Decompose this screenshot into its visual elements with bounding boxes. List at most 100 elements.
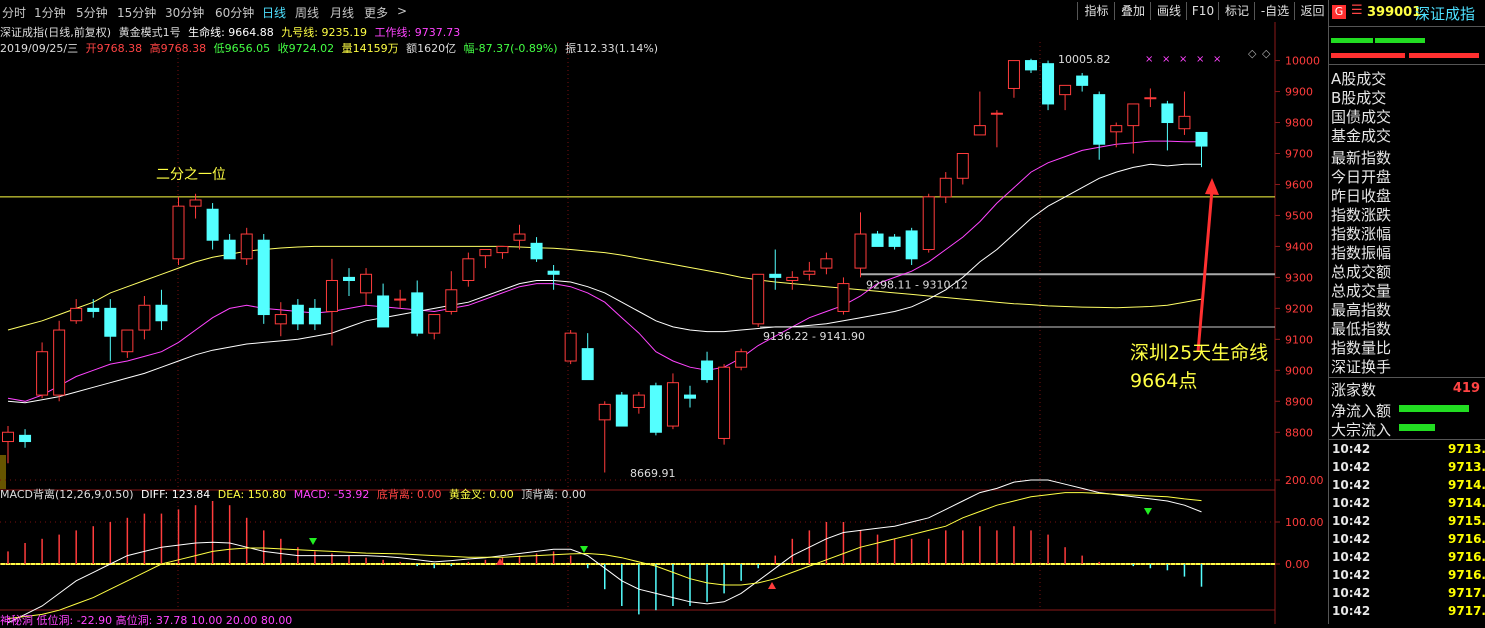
block-inflow-bar <box>1399 424 1435 431</box>
top-div-value: 顶背离: 0.00 <box>521 488 586 501</box>
tick-price: 9716. <box>1448 568 1485 582</box>
half-label: 二分之一位 <box>156 167 226 183</box>
candle-body <box>632 394 645 408</box>
kline-chart[interactable]: 8800 8900 9000 9100 9200 9300 9400 9500 9600 9700… <box>0 22 1328 624</box>
tab-7[interactable]: 周线 <box>295 4 319 21</box>
y-tick-label: 10000 <box>1285 55 1320 68</box>
pink-marker: × <box>1179 54 1187 65</box>
y-tick-label: 9400 <box>1285 240 1313 253</box>
tool-button-0[interactable]: 指标 <box>1077 2 1115 20</box>
quote-label-3: 基金成交 <box>1331 127 1392 145</box>
candle-body <box>922 196 935 251</box>
tool-button-2[interactable]: 画线 <box>1150 2 1187 20</box>
quote-label-6: 昨日收盘 <box>1331 187 1392 205</box>
tool-button-1[interactable]: 叠加 <box>1114 2 1151 20</box>
candle-body <box>377 295 390 328</box>
quote-label-14: 指数量比 <box>1331 339 1392 357</box>
tab-1[interactable]: 1分钟 <box>34 4 66 21</box>
tick-price: 9717. <box>1448 604 1485 618</box>
stock-code: 399001 <box>1367 5 1422 20</box>
candle-body <box>394 298 407 301</box>
candle-body <box>803 270 816 275</box>
tab-3[interactable]: 15分钟 <box>117 4 156 21</box>
y-tick-label: 9300 <box>1285 271 1313 284</box>
low-price-label: 8669.91 <box>630 467 676 480</box>
y-tick-label: 9800 <box>1285 117 1313 130</box>
tab-2[interactable]: 5分钟 <box>76 4 108 21</box>
candle-body <box>360 273 373 294</box>
quote-label-11: 总成交量 <box>1331 282 1392 300</box>
lifeline-annotation-value: 9664点 <box>1130 370 1198 392</box>
candle-body <box>1195 131 1208 147</box>
tab-8[interactable]: 月线 <box>330 4 354 21</box>
candle-body <box>718 366 731 439</box>
candle-body <box>257 239 270 316</box>
tab-9[interactable]: 更多 <box>364 4 388 21</box>
g-icon[interactable]: G <box>1332 5 1346 19</box>
red-bar-2 <box>1409 53 1479 58</box>
tick-time: 10:42 <box>1332 532 1371 546</box>
quote-label-7: 指数涨跌 <box>1331 206 1392 224</box>
mystery-hole-line: 神秘洞 低位洞: -22.90 高位洞: 37.78 10.00 20.00 8… <box>0 614 293 627</box>
tab-6[interactable]: 日线 <box>262 4 286 21</box>
tick-price: 9713. <box>1448 442 1485 456</box>
tick-time: 10:42 <box>1332 604 1371 618</box>
candle-body <box>1127 103 1140 127</box>
candle-body <box>701 360 714 381</box>
candle-body <box>138 304 151 331</box>
candle-body <box>837 283 850 312</box>
macd-name: MACD背离(12,26,9,0.50) <box>0 488 134 501</box>
y-tick-label: 8800 <box>1285 426 1313 439</box>
tick-time: 10:42 <box>1332 478 1371 492</box>
up-count-label: 涨家数 <box>1331 381 1377 399</box>
quote-panel: G ☰ 399001 深证成指 A股成交 B股成交 国债成交 基金成交 最新指数 今日开盘… <box>1328 0 1485 624</box>
tool-button-4[interactable]: 标记 <box>1218 2 1255 20</box>
candle-body <box>1007 60 1020 89</box>
green-arrow-icon <box>309 538 317 545</box>
dea-value: DEA: 150.80 <box>217 488 287 501</box>
tool-button-3[interactable]: F10 <box>1186 2 1219 20</box>
candle-body <box>1059 84 1072 96</box>
tick-price: 9713. <box>1448 460 1485 474</box>
high-price-label: 10005.82 <box>1058 53 1111 66</box>
candle-body <box>411 292 424 334</box>
dea-line <box>7 492 1202 620</box>
range-label-upper: 9298.11 - 9310.12 <box>866 278 968 291</box>
quote-label-1: B股成交 <box>1331 89 1387 107</box>
tab-0[interactable]: 分时 <box>2 4 26 21</box>
tool-button-5[interactable]: -自选 <box>1254 2 1295 20</box>
macd-tick-label: 100.00 <box>1285 516 1324 529</box>
candle-body <box>666 382 679 427</box>
more-arrow-icon[interactable]: > <box>397 4 407 18</box>
candle-body <box>871 233 884 247</box>
tick-time: 10:42 <box>1332 550 1371 564</box>
y-tick-label: 9000 <box>1285 364 1313 377</box>
candle-body <box>308 307 321 325</box>
candle-body <box>1110 125 1123 133</box>
green-arrow-icon <box>580 546 588 553</box>
tab-5[interactable]: 60分钟 <box>215 4 254 21</box>
diamond-icon: ◇ <box>1262 47 1271 60</box>
candle-body <box>513 233 526 241</box>
tool-button-6[interactable]: 返回 <box>1294 2 1330 20</box>
quote-label-8: 指数涨幅 <box>1331 225 1392 243</box>
candle-body <box>19 434 32 443</box>
candle-body <box>291 304 304 325</box>
tab-4[interactable]: 30分钟 <box>165 4 204 21</box>
menu-icon[interactable]: ☰ <box>1351 3 1363 18</box>
tick-time: 10:42 <box>1332 442 1371 456</box>
candle-body <box>1025 60 1037 71</box>
net-inflow-label: 净流入额 <box>1331 402 1392 420</box>
candle-body <box>547 270 560 275</box>
tick-price: 9716. <box>1448 550 1485 564</box>
tick-price: 9717. <box>1448 586 1485 600</box>
red-arrow-icon <box>768 582 776 589</box>
y-tick-label: 9600 <box>1285 178 1313 191</box>
block-inflow-label: 大宗流入 <box>1331 421 1392 439</box>
net-inflow-bar <box>1399 405 1469 412</box>
candle-body <box>274 314 287 325</box>
tick-time: 10:42 <box>1332 568 1371 582</box>
red-arrow-head <box>1205 178 1219 195</box>
tick-price: 9715. <box>1448 514 1485 528</box>
candle-body <box>684 394 696 399</box>
